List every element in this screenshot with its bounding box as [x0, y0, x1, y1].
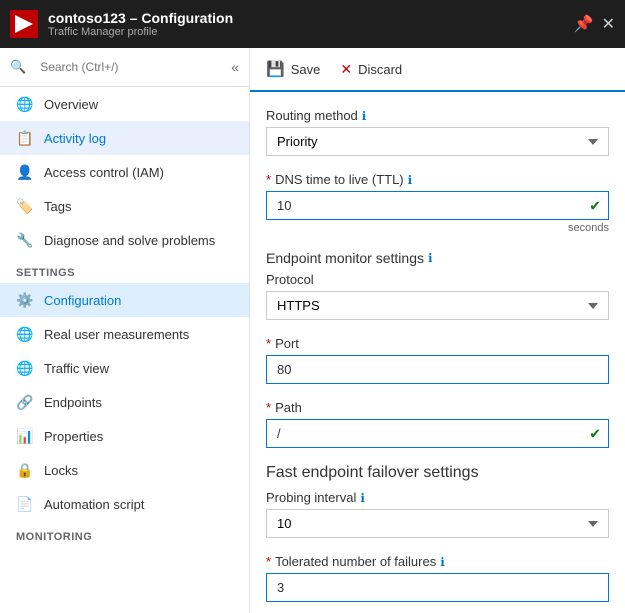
sidebar-item-label: Properties	[44, 429, 103, 444]
sidebar-item-configuration[interactable]: ⚙️ Configuration	[0, 283, 249, 317]
dns-ttl-check-icon: ✔	[589, 197, 601, 214]
path-label: * Path	[266, 400, 609, 415]
access-control-icon: 👤	[16, 163, 34, 181]
main-title: contoso123 – Configuration	[48, 10, 233, 26]
configuration-icon: ⚙️	[16, 291, 34, 309]
dns-ttl-required: *	[266, 172, 271, 187]
routing-method-label: Routing method ℹ	[266, 108, 609, 123]
path-section: * Path ✔	[266, 400, 609, 448]
protocol-select-wrapper: HTTP HTTPS TCP	[266, 291, 609, 320]
settings-section-label: SETTINGS	[0, 257, 249, 283]
automation-icon: 📄	[16, 495, 34, 513]
routing-method-section: Routing method ℹ Priority Weighted Perfo…	[266, 108, 609, 156]
path-input-wrapper: ✔	[266, 419, 609, 448]
tolerated-failures-label: * Tolerated number of failures ℹ	[266, 554, 609, 569]
title-bar-actions: 📌 ✕	[574, 14, 615, 34]
content-body: Routing method ℹ Priority Weighted Perfo…	[250, 92, 625, 613]
close-icon[interactable]: ✕	[602, 14, 615, 34]
properties-icon: 📊	[16, 427, 34, 445]
port-label: * Port	[266, 336, 609, 351]
sidebar-item-label: Automation script	[44, 497, 144, 512]
sidebar-item-label: Overview	[44, 97, 98, 112]
sidebar-item-diagnose[interactable]: 🔧 Diagnose and solve problems	[0, 223, 249, 257]
endpoints-icon: 🔗	[16, 393, 34, 411]
probing-interval-select-wrapper: 10 30	[266, 509, 609, 538]
sub-title: Traffic Manager profile	[48, 26, 233, 38]
sidebar-item-locks[interactable]: 🔒 Locks	[0, 453, 249, 487]
endpoint-monitor-heading: Endpoint monitor settings ℹ	[266, 250, 609, 266]
title-text: contoso123 – Configuration Traffic Manag…	[48, 10, 233, 38]
probing-interval-label: Probing interval ℹ	[266, 490, 609, 505]
diagnose-icon: 🔧	[16, 231, 34, 249]
tags-icon: 🏷️	[16, 197, 34, 215]
sidebar-item-tags[interactable]: 🏷️ Tags	[0, 189, 249, 223]
pin-icon[interactable]: 📌	[574, 14, 594, 34]
discard-icon: ✕	[340, 61, 352, 78]
sidebar-item-overview[interactable]: 🌐 Overview	[0, 87, 249, 121]
sidebar-item-traffic-view[interactable]: 🌐 Traffic view	[0, 351, 249, 385]
tolerated-failures-input[interactable]	[266, 573, 609, 602]
dns-ttl-info-icon[interactable]: ℹ	[408, 173, 413, 187]
port-section: * Port	[266, 336, 609, 384]
search-input[interactable]	[32, 56, 182, 78]
tolerated-failures-info-icon[interactable]: ℹ	[440, 555, 445, 569]
app-icon	[10, 10, 38, 38]
traffic-view-icon: 🌐	[16, 359, 34, 377]
discard-label: Discard	[358, 62, 402, 77]
routing-method-info-icon[interactable]: ℹ	[362, 109, 367, 123]
monitoring-section-label: MONITORING	[0, 521, 249, 547]
locks-icon: 🔒	[16, 461, 34, 479]
real-user-icon: 🌐	[16, 325, 34, 343]
save-label: Save	[291, 62, 321, 77]
sidebar-item-label: Configuration	[44, 293, 121, 308]
title-bar: contoso123 – Configuration Traffic Manag…	[0, 0, 625, 48]
path-input[interactable]	[266, 419, 609, 448]
dns-ttl-hint: seconds	[266, 222, 609, 234]
sidebar-item-label: Access control (IAM)	[44, 165, 164, 180]
app-container: contoso123 – Configuration Traffic Manag…	[0, 0, 625, 613]
discard-button[interactable]: ✕ Discard	[340, 57, 402, 82]
endpoint-monitor-info-icon[interactable]: ℹ	[428, 251, 433, 265]
collapse-icon[interactable]: «	[231, 59, 239, 75]
sidebar-item-real-user[interactable]: 🌐 Real user measurements	[0, 317, 249, 351]
endpoint-monitor-section: Endpoint monitor settings ℹ Protocol HTT…	[266, 250, 609, 320]
sidebar-item-label: Locks	[44, 463, 78, 478]
sidebar-item-endpoints[interactable]: 🔗 Endpoints	[0, 385, 249, 419]
protocol-select[interactable]: HTTP HTTPS TCP	[266, 291, 609, 320]
search-icon: 🔍	[10, 59, 26, 75]
sidebar-item-label: Activity log	[44, 131, 106, 146]
sidebar-item-activity-log[interactable]: 📋 Activity log	[0, 121, 249, 155]
sidebar-search-bar: 🔍 «	[0, 48, 249, 87]
sidebar-item-properties[interactable]: 📊 Properties	[0, 419, 249, 453]
main-layout: 🔍 « 🌐 Overview 📋 Activity log 👤 Access c…	[0, 48, 625, 613]
save-icon: 💾	[266, 60, 285, 78]
overview-icon: 🌐	[16, 95, 34, 113]
sidebar-item-label: Tags	[44, 199, 71, 214]
sidebar: 🔍 « 🌐 Overview 📋 Activity log 👤 Access c…	[0, 48, 250, 613]
sidebar-item-label: Endpoints	[44, 395, 102, 410]
dns-ttl-label: * DNS time to live (TTL) ℹ	[266, 172, 609, 187]
routing-method-select[interactable]: Priority Weighted Performance Geographic…	[266, 127, 609, 156]
sidebar-item-label: Diagnose and solve problems	[44, 233, 215, 248]
port-input[interactable]	[266, 355, 609, 384]
dns-ttl-input[interactable]	[266, 191, 609, 220]
tolerated-failures-section: * Tolerated number of failures ℹ	[266, 554, 609, 602]
protocol-label: Protocol	[266, 272, 609, 287]
sidebar-item-label: Traffic view	[44, 361, 109, 376]
dns-ttl-input-wrapper: ✔	[266, 191, 609, 220]
probing-interval-select[interactable]: 10 30	[266, 509, 609, 538]
dns-ttl-section: * DNS time to live (TTL) ℹ ✔ seconds	[266, 172, 609, 234]
content-area: 💾 Save ✕ Discard Routing method ℹ	[250, 48, 625, 613]
routing-method-select-wrapper: Priority Weighted Performance Geographic…	[266, 127, 609, 156]
probing-interval-info-icon[interactable]: ℹ	[360, 491, 365, 505]
fast-failover-section: Fast endpoint failover settings Probing …	[266, 464, 609, 538]
save-button[interactable]: 💾 Save	[266, 56, 320, 82]
sidebar-item-automation[interactable]: 📄 Automation script	[0, 487, 249, 521]
sidebar-item-label: Real user measurements	[44, 327, 189, 342]
sidebar-item-access-control[interactable]: 👤 Access control (IAM)	[0, 155, 249, 189]
activity-log-icon: 📋	[16, 129, 34, 147]
path-check-icon: ✔	[589, 425, 601, 442]
fast-failover-heading: Fast endpoint failover settings	[266, 464, 609, 482]
toolbar: 💾 Save ✕ Discard	[250, 48, 625, 92]
